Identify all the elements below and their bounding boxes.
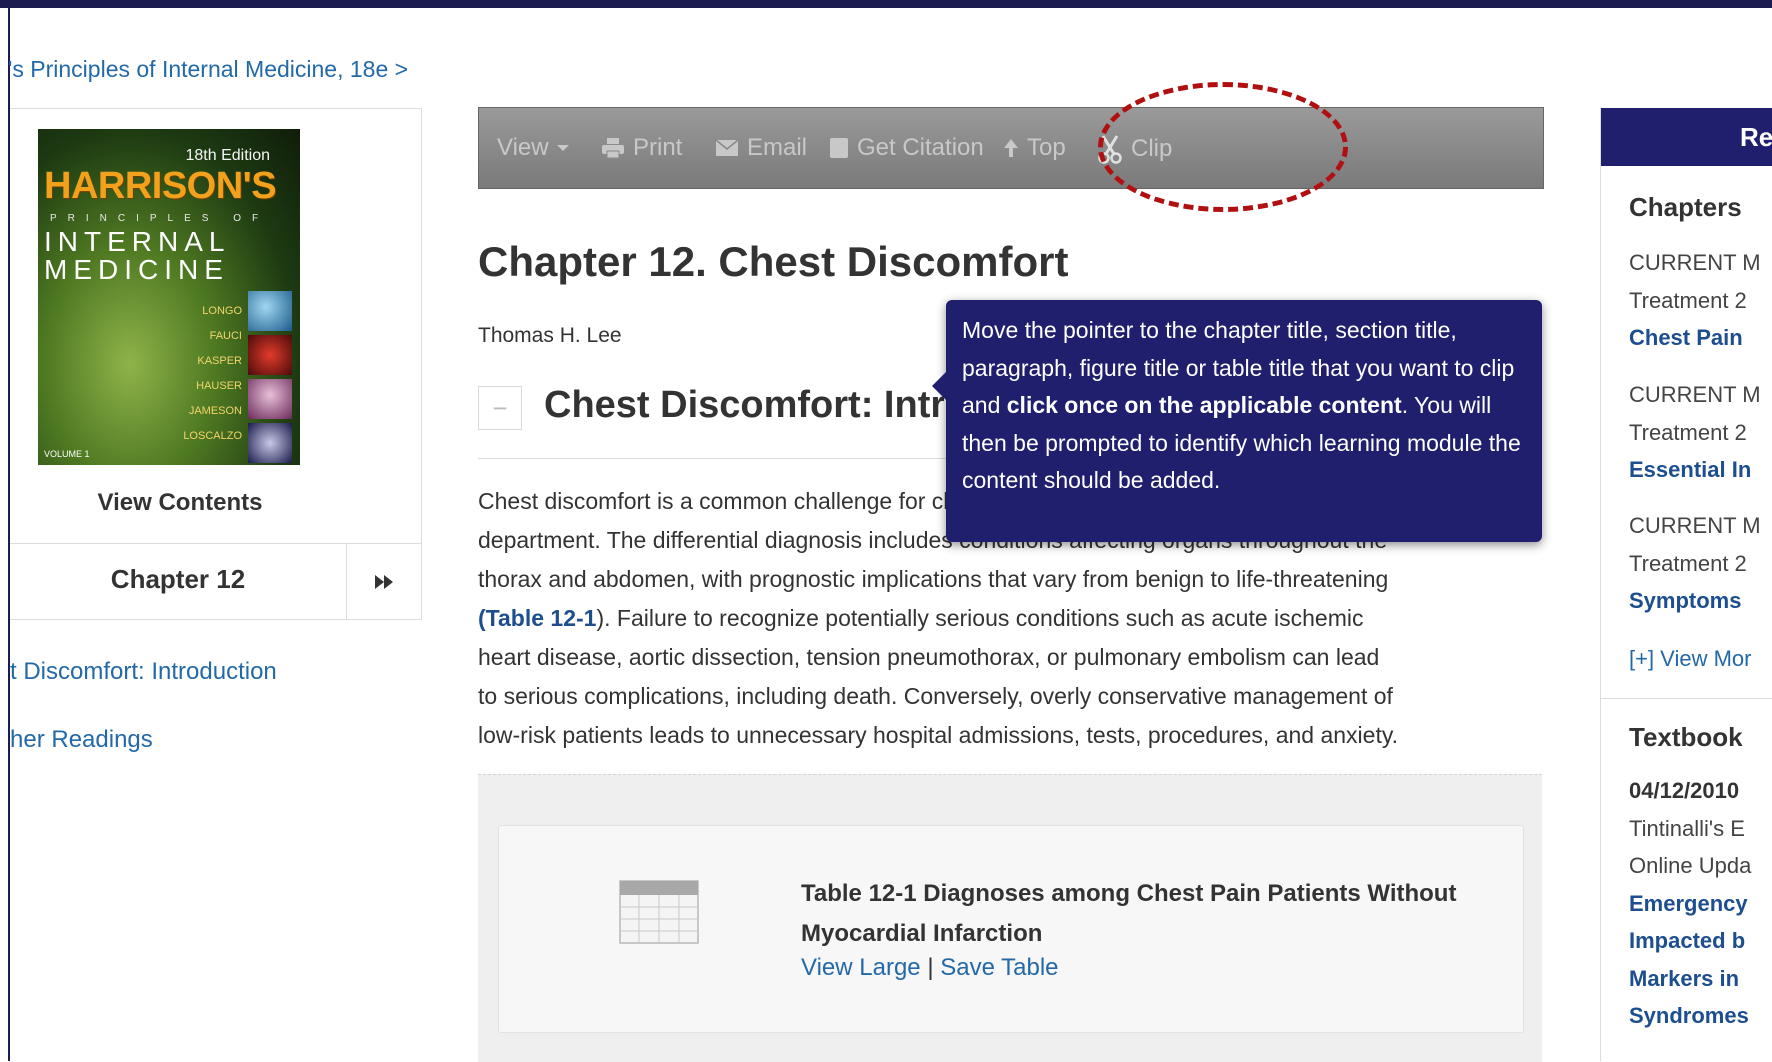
cover-subtitle-1: PRINCIPLES OF [50, 213, 270, 224]
cover-author: HAUSER [196, 380, 242, 392]
top-label: Top [1027, 134, 1066, 161]
cover-author: LONGO [202, 305, 242, 317]
clip-instructions-tooltip: Move the pointer to the chapter title, s… [932, 300, 1542, 542]
view-large-link[interactable]: View Large [801, 954, 921, 981]
tooltip-text: Move the pointer to the chapter title, s… [962, 312, 1532, 500]
view-more-link[interactable]: [+] View Mor [1629, 646, 1751, 672]
toc-item-introduction[interactable]: t Discomfort: Introduction [10, 658, 277, 686]
related-divider [1601, 698, 1772, 699]
view-menu-button[interactable]: View [497, 134, 569, 162]
related-chapter-source: CURRENT M [1629, 513, 1761, 538]
chapters-heading: Chapters [1629, 192, 1742, 222]
cover-author: JAMESON [188, 405, 242, 417]
print-button[interactable]: Print [601, 134, 682, 162]
tooltip-text-emphasis: click once on the applicable content [1006, 392, 1402, 418]
cover-author: FAUCI [209, 330, 242, 342]
cover-image-tiles [248, 291, 292, 465]
cover-tile-cells [248, 291, 292, 331]
book-panel: 18th Edition HARRISON'S PRINCIPLES OF IN… [10, 108, 422, 620]
cover-authors: LONGO FAUCI KASPER HAUSER JAMESON LOSCAL… [183, 299, 242, 449]
paragraph-line: thorax and abdomen, with prognostic impl… [478, 566, 1389, 592]
email-label: Email [747, 134, 808, 161]
related-panel-title: Re [1740, 122, 1772, 152]
table-link-separator: | [927, 954, 934, 981]
get-citation-button[interactable]: Get Citation [829, 134, 984, 162]
tooltip-arrow [932, 372, 946, 400]
document-icon [830, 138, 848, 158]
textbook-heading: Textbook [1629, 722, 1743, 752]
article-toolbar: View Print Email Get Citation Top Clip [478, 107, 1544, 189]
textbook-update-date: 04/12/2010 [1629, 778, 1740, 803]
collapse-section-button[interactable]: − [478, 386, 522, 430]
envelope-icon [715, 139, 739, 156]
top-button[interactable]: Top [1003, 134, 1066, 162]
table-title: Table 12-1 Diagnoses among Chest Pain Pa… [801, 880, 1457, 947]
related-chapter-source: Treatment 2 [1629, 288, 1747, 313]
paragraph-line-text: ). Failure to recognize potentially seri… [596, 605, 1364, 631]
table-section: Table 12-1 Diagnoses among Chest Pain Pa… [478, 774, 1542, 1062]
textbook-source: Online Upda [1629, 853, 1752, 878]
view-contents-link[interactable]: View Contents [10, 489, 350, 517]
cover-author: LOSCALZO [183, 430, 242, 442]
related-chapter-link[interactable]: Essential In [1629, 457, 1751, 483]
next-chapter-button[interactable] [347, 544, 421, 620]
textbook-update-link[interactable]: Emergency [1629, 891, 1748, 917]
chapter-nav: Chapter 12 [10, 543, 421, 620]
cover-volume: VOLUME 1 [44, 449, 90, 459]
cover-brand: HARRISON'S [44, 165, 277, 207]
breadcrumb-book-link[interactable]: 's Principles of Internal Medicine, 18e … [8, 56, 408, 82]
toc-item-further-readings[interactable]: her Readings [10, 726, 153, 754]
view-menu-label: View [497, 134, 549, 161]
paragraph-line: to serious complications, including deat… [478, 683, 1393, 709]
page-title: Chapter 12. Chest Discomfort [478, 238, 1069, 285]
save-table-link[interactable]: Save Table [940, 954, 1058, 981]
related-chapter-link[interactable]: Chest Pain [1629, 325, 1743, 351]
related-chapter-source: CURRENT M [1629, 250, 1761, 275]
cover-tile-blood [248, 335, 292, 375]
textbook-source: Tintinalli's E [1629, 816, 1745, 841]
textbook-update-link[interactable]: Markers in [1629, 966, 1739, 992]
fast-forward-icon [375, 575, 393, 589]
caret-down-icon [556, 145, 569, 151]
related-chapter-link[interactable]: Symptoms [1629, 588, 1741, 614]
minus-icon: − [492, 392, 508, 423]
textbook-update-link[interactable]: Syndromes [1629, 1003, 1749, 1029]
arrow-up-icon [1004, 139, 1018, 157]
table-icon[interactable] [619, 880, 699, 944]
paragraph-line: (Table 12-1). Failure to recognize poten… [478, 599, 1550, 638]
table-12-1-link[interactable]: (Table 12-1 [478, 605, 596, 631]
cover-author: KASPER [197, 355, 242, 367]
paragraph-line: heart disease, aortic dissection, tensio… [478, 644, 1380, 670]
email-button[interactable]: Email [715, 134, 807, 162]
breadcrumb: 's Principles of Internal Medicine, 18e … [8, 56, 408, 83]
chapter-label: Chapter 12 [110, 564, 246, 594]
textbook-update-link[interactable]: Impacted b [1629, 928, 1745, 954]
related-chapter-source: CURRENT M [1629, 382, 1761, 407]
paragraph-line: low-risk patients leads to unnecessary h… [478, 722, 1399, 748]
printer-icon [602, 138, 624, 159]
cover-edition: 18th Edition [185, 147, 270, 164]
citation-label: Get Citation [857, 134, 984, 161]
cover-subtitle-3: MEDICINE [44, 254, 229, 285]
print-label: Print [633, 134, 683, 161]
book-cover[interactable]: 18th Edition HARRISON'S PRINCIPLES OF IN… [38, 129, 300, 465]
clip-button[interactable]: Clip [1097, 134, 1172, 164]
related-panel-header: Re [1601, 108, 1772, 166]
related-content-panel: Re Chapters CURRENT M Treatment 2 Chest … [1600, 108, 1772, 1061]
section-title: Chest Discomfort: Introduction [544, 384, 944, 426]
table-links: View Large | Save Table [801, 954, 1059, 982]
cover-subtitle-2: INTERNAL [44, 226, 231, 257]
table-card: Table 12-1 Diagnoses among Chest Pain Pa… [498, 825, 1524, 1033]
article-author: Thomas H. Lee [478, 324, 622, 347]
cover-tile-tissue [248, 379, 292, 419]
cover-tile-xray [248, 423, 292, 463]
related-chapter-source: Treatment 2 [1629, 420, 1747, 445]
scissors-icon [1098, 135, 1122, 164]
related-chapter-source: Treatment 2 [1629, 551, 1747, 576]
window-top-border [0, 0, 1772, 8]
clip-label: Clip [1131, 135, 1173, 162]
